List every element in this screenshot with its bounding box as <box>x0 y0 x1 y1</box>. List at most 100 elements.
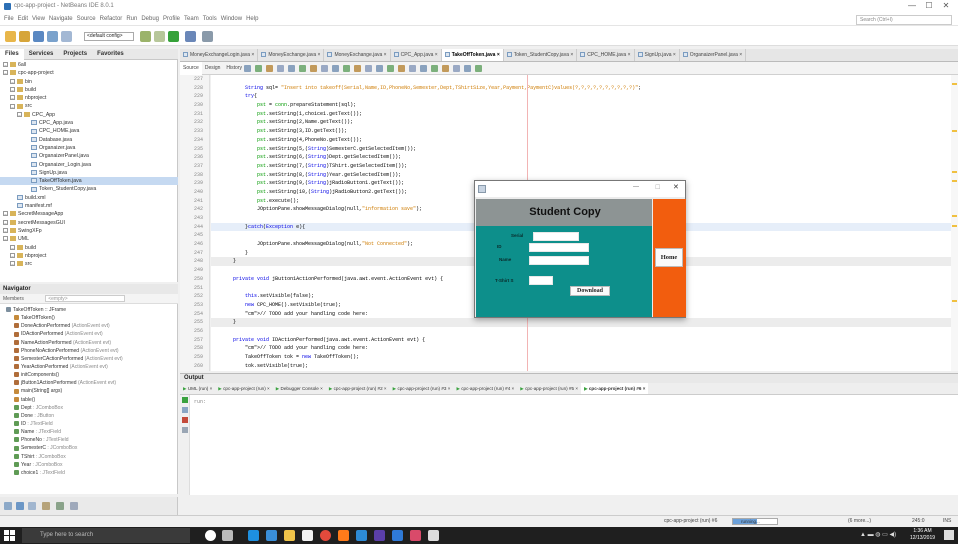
document-tab[interactable]: CPC_App.java × <box>391 49 442 61</box>
menu-navigate[interactable]: Navigate <box>49 13 73 26</box>
navigator-member[interactable]: SemesterCActionPerformed (ActionEvent ev… <box>0 355 178 363</box>
tree-item[interactable]: – bin <box>0 78 178 86</box>
editor-tool-icon[interactable] <box>376 65 383 72</box>
document-tab[interactable]: OrganaizerPanel.java × <box>680 49 747 61</box>
code-line[interactable] <box>211 327 951 336</box>
document-tab[interactable]: MoneyExchange.java × <box>324 49 391 61</box>
code-line[interactable]: pst = conn.prepareStatement(sql); <box>211 101 951 110</box>
editor-tool-icon[interactable] <box>332 65 339 72</box>
tree-item[interactable]: – 6all <box>0 61 178 69</box>
editor-mode-design[interactable]: Design <box>202 62 224 75</box>
fields-icon[interactable] <box>16 502 24 510</box>
tree-item[interactable]: Organaizer.java <box>0 144 178 152</box>
statistics-icon[interactable] <box>182 427 188 433</box>
code-line[interactable]: "cm">// TODO add your handling code here… <box>211 344 951 353</box>
more-processes-link[interactable]: (6 more...) <box>848 518 871 524</box>
taskbar-search[interactable]: Type here to search <box>22 528 190 543</box>
editor-tool-icon[interactable] <box>244 65 251 72</box>
expand-toggle-icon[interactable]: – <box>3 62 8 68</box>
tab-close-icon[interactable]: × <box>641 386 646 391</box>
code-line[interactable]: pst.setString(4,PhoneNo.getText()); <box>211 136 951 145</box>
tab-close-icon[interactable]: × <box>383 386 387 391</box>
expand-icon[interactable] <box>70 502 78 510</box>
annotation-mark[interactable] <box>952 215 957 217</box>
visual-studio-icon[interactable] <box>374 530 385 541</box>
tab-close-icon[interactable]: × <box>671 52 676 58</box>
tree-item[interactable]: – build <box>0 86 178 94</box>
menu-tools[interactable]: Tools <box>203 13 217 26</box>
run-icon[interactable] <box>168 31 179 42</box>
redo-icon[interactable] <box>61 31 72 42</box>
tree-item[interactable]: OrganaizerPanel.java <box>0 152 178 160</box>
navigator-member[interactable]: TShirt : JComboBox <box>0 453 178 461</box>
windows-start-icon[interactable] <box>4 530 15 541</box>
running-process-label[interactable]: cpc-app-project (run) #6 <box>664 518 717 524</box>
tree-item[interactable]: – build <box>0 244 178 252</box>
system-tray[interactable]: ▲ ▬ ◍ ▭ ◀) <box>860 531 896 538</box>
editor-mode-source[interactable]: Source <box>180 62 202 75</box>
tab-services[interactable]: Services <box>24 49 59 60</box>
config-select[interactable]: <default config> <box>84 32 134 41</box>
editor-tool-icon[interactable] <box>365 65 372 72</box>
tree-item[interactable]: – src <box>0 260 178 268</box>
navigator-member[interactable]: NameActionPerformed (ActionEvent evt) <box>0 339 178 347</box>
code-line[interactable]: private void IDActionPerformed(java.awt.… <box>211 336 951 345</box>
home-button[interactable]: Home <box>655 248 683 267</box>
edge-icon[interactable] <box>248 530 259 541</box>
editor-tool-icon[interactable] <box>475 65 482 72</box>
navigator-member[interactable]: table() <box>0 396 178 404</box>
output-tab[interactable]: ▶ cpc-app-project (run) #4 × <box>453 383 517 394</box>
dialog-maximize-button[interactable]: ☐ <box>655 184 660 191</box>
inherited-icon[interactable] <box>56 502 64 510</box>
code-line[interactable]: tok.setVisible(true); <box>211 362 951 371</box>
editor-tool-icon[interactable] <box>442 65 449 72</box>
tree-item[interactable]: SignUp.java <box>0 169 178 177</box>
taskbar-clock[interactable]: 1:36 AM 12/13/2019 <box>910 528 935 542</box>
expand-toggle-icon[interactable]: – <box>10 244 15 250</box>
tree-item[interactable]: build.xml <box>0 194 178 202</box>
menu-view[interactable]: View <box>32 13 45 26</box>
firefox-icon[interactable] <box>338 530 349 541</box>
navigator-member[interactable]: Dept : JComboBox <box>0 404 178 412</box>
document-tab[interactable]: TakeOffToken.java × <box>441 49 504 61</box>
output-tab[interactable]: ▶ cpc-app-project (run) × <box>215 383 272 394</box>
editor-mode-history[interactable]: History <box>223 62 245 75</box>
code-line[interactable]: pst.setString(3,ID.getText()); <box>211 127 951 136</box>
editor-tool-icon[interactable] <box>398 65 405 72</box>
navigator-member[interactable]: PhoneNoActionPerformed (ActionEvent evt) <box>0 347 178 355</box>
dialog-close-button[interactable]: ✕ <box>673 183 679 191</box>
file-explorer-icon[interactable] <box>284 530 295 541</box>
expand-toggle-icon[interactable]: – <box>10 103 15 109</box>
tshirt-field[interactable] <box>529 276 553 285</box>
tab-close-icon[interactable]: × <box>626 52 631 58</box>
tree-item[interactable]: – UML <box>0 235 178 243</box>
close-button[interactable]: ✕ <box>938 1 954 10</box>
tab-close-icon[interactable]: × <box>316 52 321 58</box>
editor-tool-icon[interactable] <box>409 65 416 72</box>
editor-tool-icon[interactable] <box>343 65 350 72</box>
navigator-member[interactable]: jButton1ActionPerformed (ActionEvent evt… <box>0 379 178 387</box>
code-line[interactable]: pst.setString(1,choice1.getText()); <box>211 110 951 119</box>
tab-close-icon[interactable]: × <box>382 52 387 58</box>
editor-tool-icon[interactable] <box>387 65 394 72</box>
editor-tool-icon[interactable] <box>299 65 306 72</box>
annotation-mark[interactable] <box>952 83 957 85</box>
navigator-member[interactable]: ID : JTextField <box>0 420 178 428</box>
tree-item[interactable]: – cpc-app-project <box>0 69 178 77</box>
expand-toggle-icon[interactable]: – <box>3 219 8 225</box>
annotation-mark[interactable] <box>952 300 957 302</box>
tree-item[interactable]: CPC_App.java <box>0 119 178 127</box>
navigator-member[interactable]: Done : JButton <box>0 412 178 420</box>
tree-item[interactable]: – SecretMessageApp <box>0 210 178 218</box>
document-tab[interactable]: CPC_HOME.java × <box>577 49 635 61</box>
photos-icon[interactable] <box>392 530 403 541</box>
code-line[interactable] <box>211 75 951 84</box>
menu-debug[interactable]: Debug <box>141 13 159 26</box>
code-line[interactable]: pst.setString(6,(String)Dept.getSelected… <box>211 153 951 162</box>
navigator-member[interactable]: DoneActionPerformed (ActionEvent evt) <box>0 322 178 330</box>
code-line[interactable]: pst.setString(5,(String)SemesterC.getSel… <box>211 145 951 154</box>
tree-item[interactable]: – SwingXFp <box>0 227 178 235</box>
tree-item[interactable]: CPC_HOME.java <box>0 127 178 135</box>
menu-window[interactable]: Window <box>221 13 242 26</box>
editor-tool-icon[interactable] <box>321 65 328 72</box>
